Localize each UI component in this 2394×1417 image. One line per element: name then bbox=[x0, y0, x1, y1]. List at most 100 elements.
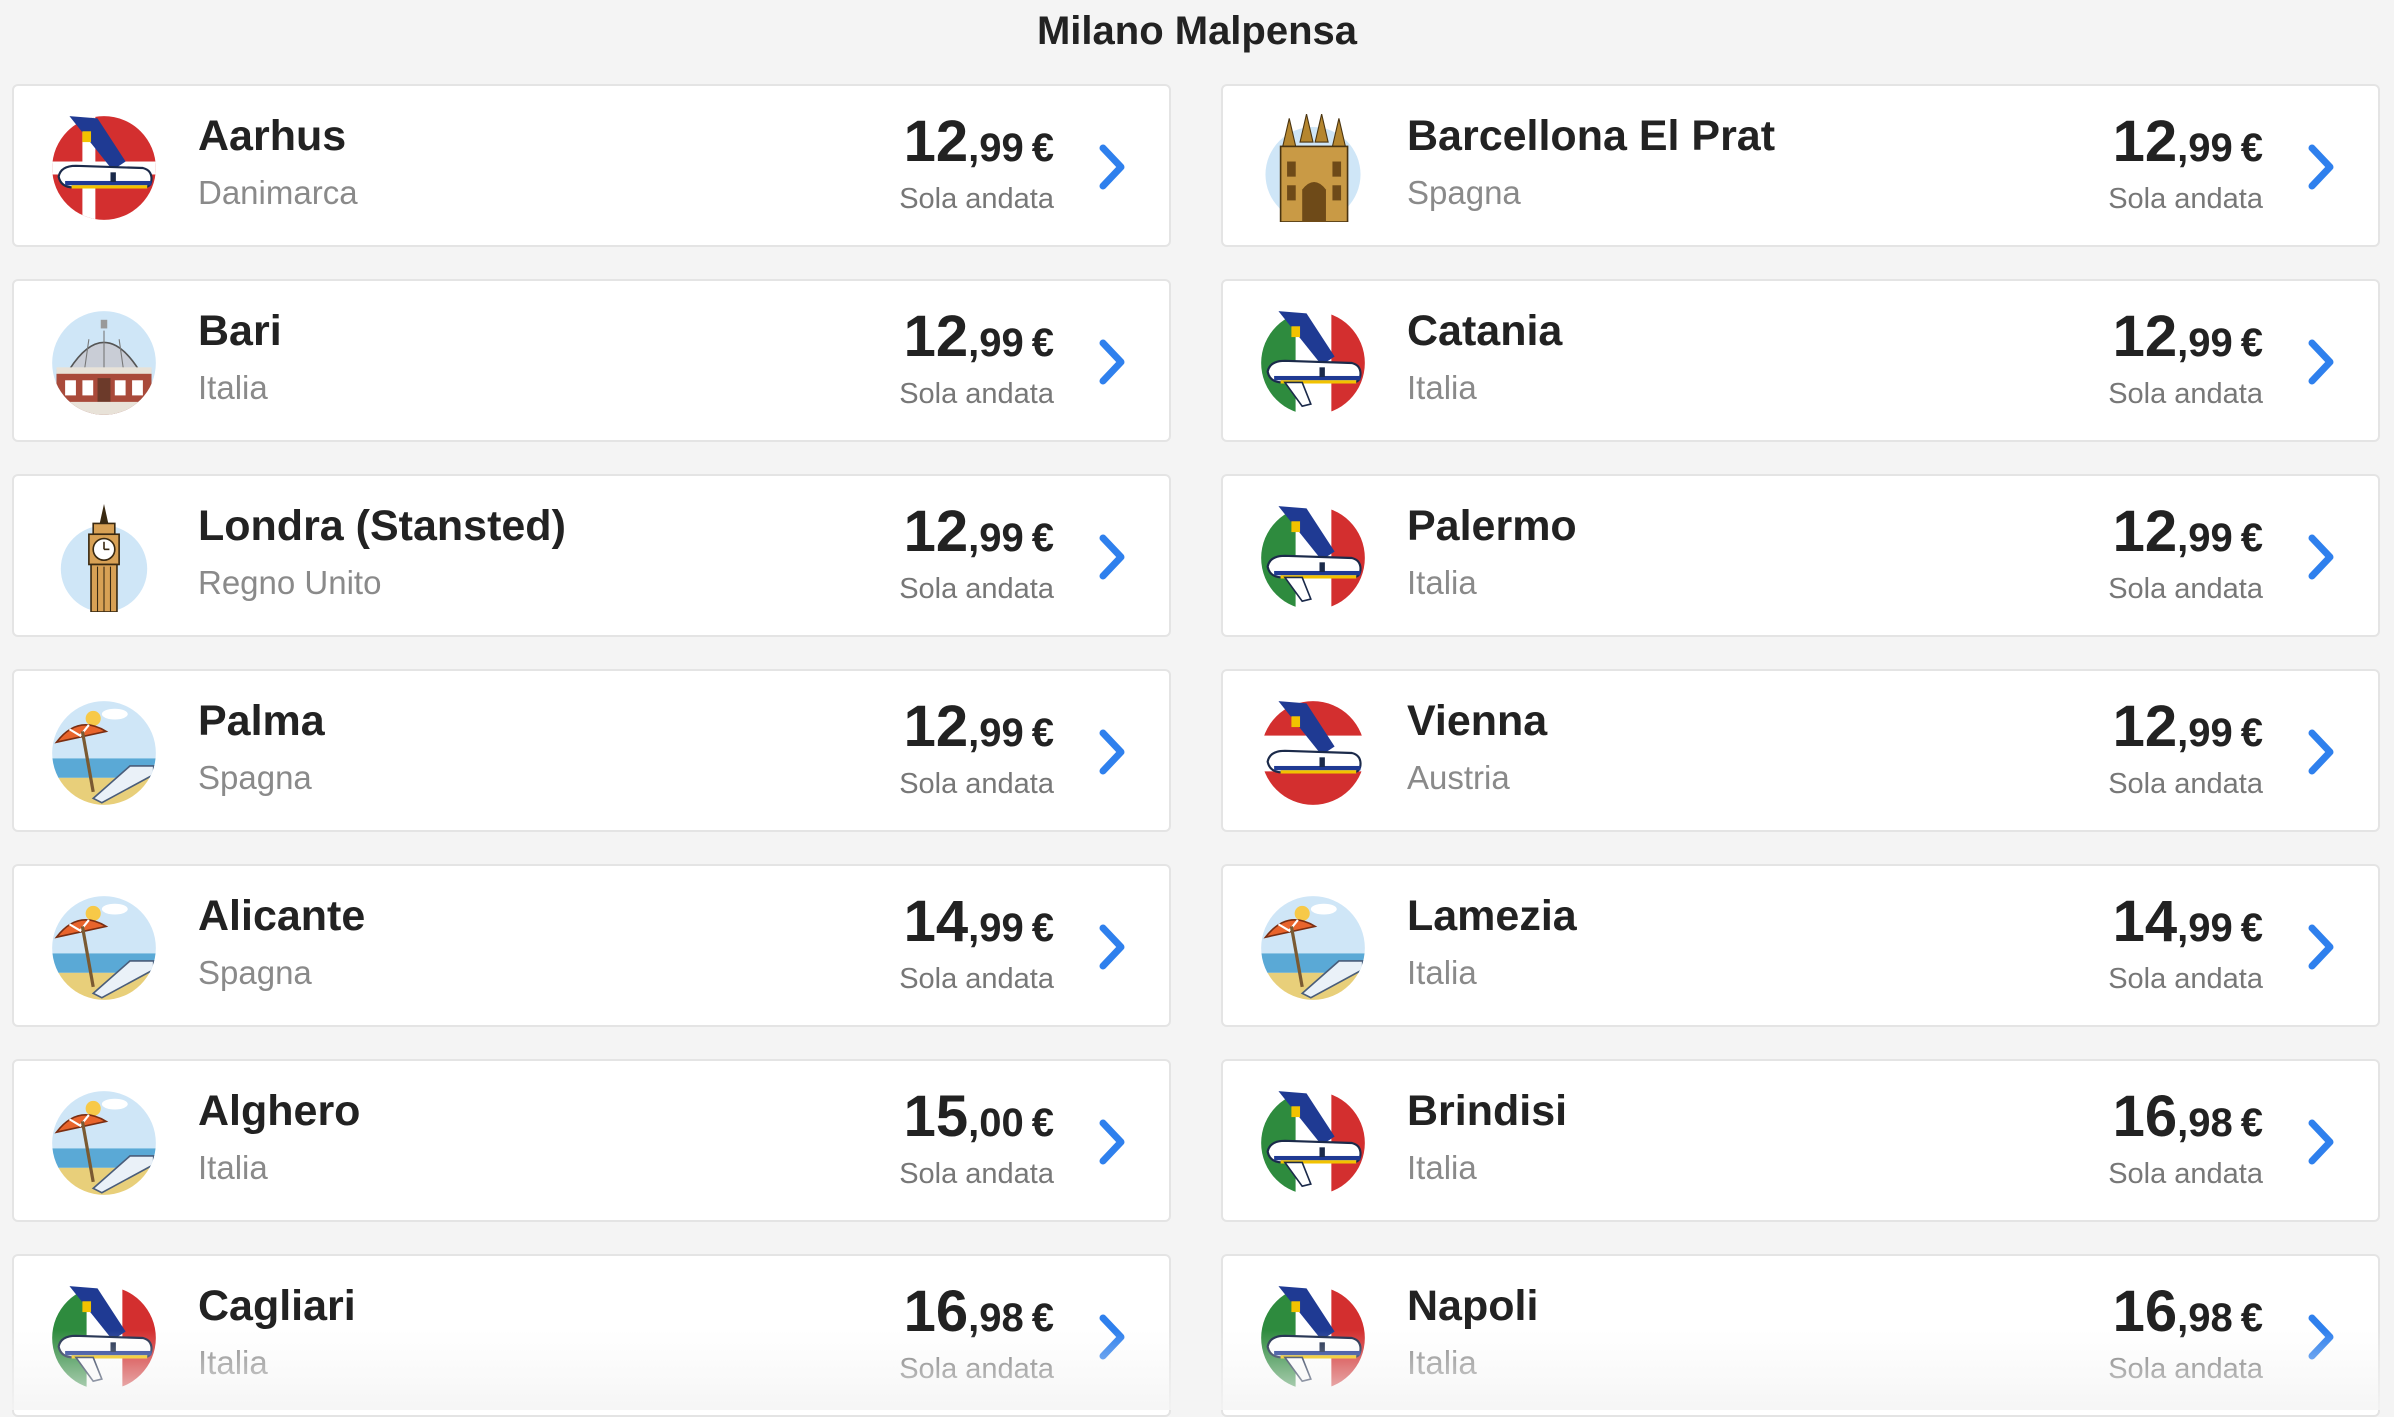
route-price: 12,99 € bbox=[904, 303, 1054, 370]
price-decimal: ,00 bbox=[968, 1101, 1024, 1145]
route-price: 15,00 € bbox=[904, 1083, 1054, 1150]
price-currency: € bbox=[1031, 1296, 1054, 1340]
route-card[interactable]: Londra (Stansted) Regno Unito 12,99 € Sol… bbox=[12, 474, 1171, 637]
route-city: Catania bbox=[1407, 307, 1563, 355]
price-integer: 14 bbox=[903, 889, 969, 954]
chevron-right-icon[interactable] bbox=[2306, 924, 2336, 970]
dome-building-icon bbox=[50, 309, 158, 417]
beach-umbrella-icon bbox=[50, 894, 158, 1002]
chevron-right-icon[interactable] bbox=[1097, 1314, 1127, 1360]
route-card[interactable]: Barcellona El Prat Spagna 12,99 € Sola an… bbox=[1221, 84, 2380, 247]
route-city: Cagliari bbox=[198, 1282, 356, 1330]
chevron-right-icon[interactable] bbox=[1097, 924, 1127, 970]
route-card[interactable]: Bari Italia 12,99 € Sola andata bbox=[12, 279, 1171, 442]
beach-umbrella-icon bbox=[1259, 894, 1367, 1002]
price-integer: 12 bbox=[903, 109, 969, 174]
route-price: 12,99 € bbox=[2113, 303, 2263, 370]
price-decimal: ,99 bbox=[968, 711, 1024, 755]
route-card[interactable]: Cagliari Italia 16,98 € Sola andata bbox=[12, 1254, 1171, 1417]
price-integer: 12 bbox=[2112, 694, 2178, 759]
route-country: Danimarca bbox=[198, 174, 358, 211]
route-country: Spagna bbox=[198, 954, 312, 991]
price-currency: € bbox=[2240, 711, 2263, 755]
fare-type: Sola andata bbox=[2108, 183, 2263, 215]
price-currency: € bbox=[1031, 126, 1054, 170]
fare-type: Sola andata bbox=[899, 1353, 1054, 1385]
route-country: Regno Unito bbox=[198, 564, 382, 601]
route-city: Barcellona El Prat bbox=[1407, 112, 1776, 160]
price-integer: 15 bbox=[903, 1084, 969, 1149]
route-city: Londra (Stansted) bbox=[198, 502, 566, 550]
route-price: 16,98 € bbox=[2113, 1278, 2263, 1345]
price-currency: € bbox=[2240, 1296, 2263, 1340]
route-city: Vienna bbox=[1407, 697, 1548, 745]
chevron-right-icon[interactable] bbox=[1097, 1119, 1127, 1165]
chevron-right-icon[interactable] bbox=[1097, 339, 1127, 385]
fare-type: Sola andata bbox=[899, 1158, 1054, 1190]
route-country: Spagna bbox=[198, 759, 312, 796]
route-price: 16,98 € bbox=[904, 1278, 1054, 1345]
route-price: 16,98 € bbox=[2113, 1083, 2263, 1150]
route-card[interactable]: Alicante Spagna 14,99 € Sola andata bbox=[12, 864, 1171, 1027]
chevron-right-icon[interactable] bbox=[2306, 1119, 2336, 1165]
route-price: 14,99 € bbox=[2113, 888, 2263, 955]
route-card[interactable]: Catania Italia 12,99 € Sola andata bbox=[1221, 279, 2380, 442]
plane-denmark-icon bbox=[50, 114, 158, 222]
route-price: 12,99 € bbox=[2113, 693, 2263, 760]
price-integer: 12 bbox=[903, 304, 969, 369]
price-decimal: ,98 bbox=[2177, 1296, 2233, 1340]
chevron-right-icon[interactable] bbox=[1097, 144, 1127, 190]
route-card[interactable]: Napoli Italia 16,98 € Sola andata bbox=[1221, 1254, 2380, 1417]
plane-italy-icon bbox=[50, 1284, 158, 1392]
route-country: Italia bbox=[198, 369, 268, 406]
route-price: 14,99 € bbox=[904, 888, 1054, 955]
route-card[interactable]: Lamezia Italia 14,99 € Sola andata bbox=[1221, 864, 2380, 1027]
beach-umbrella-icon bbox=[50, 1089, 158, 1197]
chevron-right-icon[interactable] bbox=[2306, 144, 2336, 190]
chevron-right-icon[interactable] bbox=[2306, 339, 2336, 385]
price-integer: 12 bbox=[2112, 499, 2178, 564]
route-city: Aarhus bbox=[198, 112, 347, 160]
plane-italy-icon bbox=[1259, 504, 1367, 612]
price-decimal: ,99 bbox=[2177, 516, 2233, 560]
plane-austria-icon bbox=[1259, 699, 1367, 807]
price-currency: € bbox=[2240, 906, 2263, 950]
fare-type: Sola andata bbox=[899, 183, 1054, 215]
route-city: Palermo bbox=[1407, 502, 1577, 550]
fare-type: Sola andata bbox=[2108, 573, 2263, 605]
price-integer: 12 bbox=[903, 694, 969, 759]
price-currency: € bbox=[1031, 906, 1054, 950]
chevron-right-icon[interactable] bbox=[2306, 534, 2336, 580]
chevron-right-icon[interactable] bbox=[2306, 1314, 2336, 1360]
fare-type: Sola andata bbox=[899, 963, 1054, 995]
price-currency: € bbox=[1031, 321, 1054, 365]
route-price: 12,99 € bbox=[904, 498, 1054, 565]
route-card[interactable]: Palermo Italia 12,99 € Sola andata bbox=[1221, 474, 2380, 637]
route-country: Italia bbox=[198, 1149, 268, 1186]
price-integer: 16 bbox=[2112, 1084, 2178, 1149]
sagrada-familia-icon bbox=[1259, 114, 1367, 222]
route-card[interactable]: Vienna Austria 12,99 € Sola andata bbox=[1221, 669, 2380, 832]
price-integer: 12 bbox=[2112, 304, 2178, 369]
big-ben-icon bbox=[50, 504, 158, 612]
fare-type: Sola andata bbox=[2108, 1353, 2263, 1385]
route-country: Austria bbox=[1407, 759, 1510, 796]
route-card[interactable]: Alghero Italia 15,00 € Sola andata bbox=[12, 1059, 1171, 1222]
chevron-right-icon[interactable] bbox=[1097, 729, 1127, 775]
route-card[interactable]: Brindisi Italia 16,98 € Sola andata bbox=[1221, 1059, 2380, 1222]
fare-type: Sola andata bbox=[899, 378, 1054, 410]
chevron-right-icon[interactable] bbox=[1097, 534, 1127, 580]
price-currency: € bbox=[1031, 1101, 1054, 1145]
chevron-right-icon[interactable] bbox=[2306, 729, 2336, 775]
route-country: Italia bbox=[1407, 564, 1477, 601]
price-currency: € bbox=[1031, 711, 1054, 755]
route-country: Spagna bbox=[1407, 174, 1521, 211]
route-price: 12,99 € bbox=[2113, 498, 2263, 565]
fare-type: Sola andata bbox=[899, 573, 1054, 605]
route-list: Aarhus Danimarca 12,99 € Sola andata Barc… bbox=[12, 84, 2380, 1417]
route-card[interactable]: Palma Spagna 12,99 € Sola andata bbox=[12, 669, 1171, 832]
price-integer: 14 bbox=[2112, 889, 2178, 954]
route-card[interactable]: Aarhus Danimarca 12,99 € Sola andata bbox=[12, 84, 1171, 247]
route-price: 12,99 € bbox=[904, 108, 1054, 175]
route-city: Lamezia bbox=[1407, 892, 1577, 940]
